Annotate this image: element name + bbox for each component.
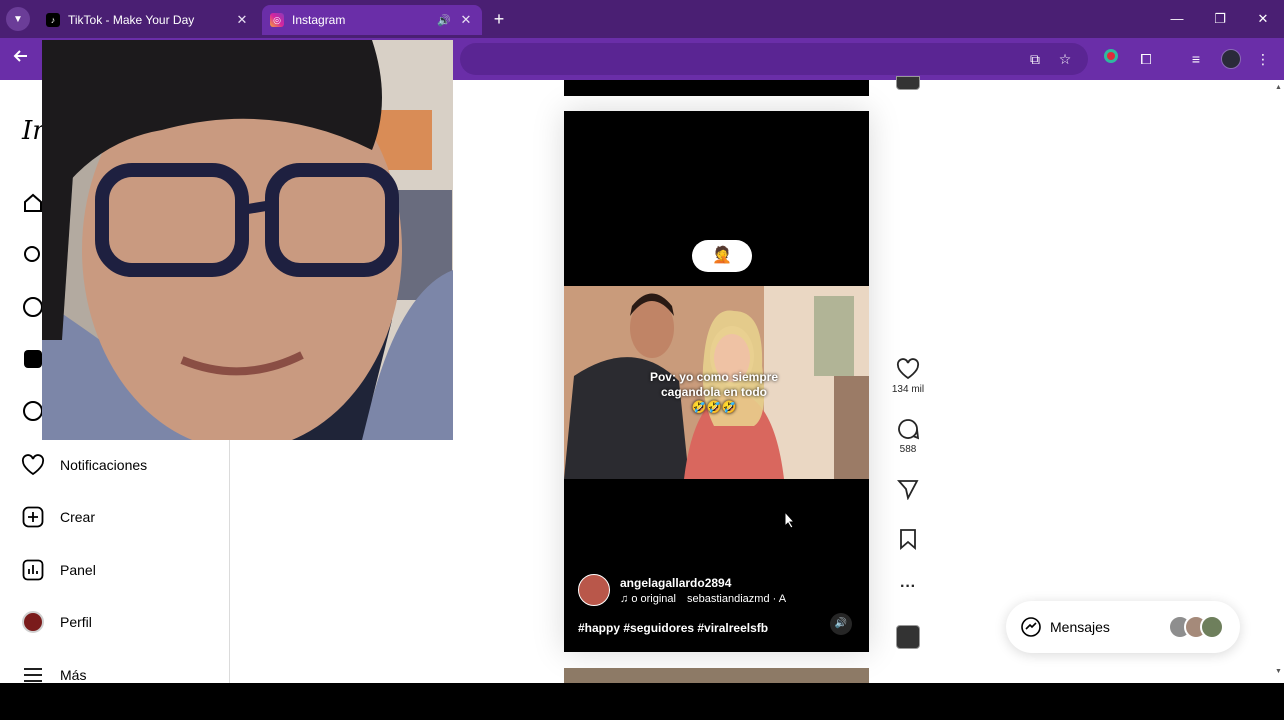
puzzle-icon[interactable]: ⧠ <box>1135 48 1157 70</box>
sidebar-item-dashboard[interactable]: Panel <box>20 555 96 585</box>
more-options-button[interactable]: ··· <box>888 574 928 600</box>
minimize-button[interactable]: — <box>1162 8 1192 30</box>
new-tab-button[interactable]: + <box>488 8 510 30</box>
media-queue-icon[interactable]: ≡ <box>1185 48 1207 70</box>
bottom-black-bar <box>0 683 1284 720</box>
back-button[interactable] <box>10 48 32 70</box>
audio-thumbnail <box>896 625 920 649</box>
audio-author: sebastiandiazmd · A <box>687 592 787 605</box>
sidebar-item-create[interactable]: Crear <box>20 502 95 532</box>
next-reel[interactable] <box>564 668 869 683</box>
top-audio-thumb[interactable] <box>888 76 928 90</box>
caption-emojis: 🤣🤣🤣 <box>691 400 737 414</box>
comment-count: 588 <box>899 444 917 455</box>
sidebar-item-notifications[interactable]: Notificaciones <box>20 450 147 480</box>
like-count: 134 mil <box>891 384 925 395</box>
instagram-icon: ◎ <box>270 13 284 27</box>
previous-reel[interactable] <box>564 80 869 96</box>
page-scrollbar[interactable]: ▲ ▼ <box>1272 80 1284 683</box>
arrow-left-icon <box>13 50 27 62</box>
comment-icon <box>888 416 928 442</box>
profile-icon-wrap <box>20 609 46 635</box>
chart-icon <box>20 557 46 583</box>
close-icon[interactable]: ✕ <box>234 12 250 28</box>
messages-label: Mensajes <box>1050 619 1110 635</box>
browser-window: ▼ ♪ TikTok - Make Your Day ✕ ◎ Instagram… <box>0 0 1284 683</box>
avatar <box>1200 615 1224 639</box>
webcam-feed <box>42 40 453 440</box>
reel-video[interactable]: 🤦 Pov: yo como siempre cagandola en todo… <box>564 111 869 652</box>
ellipsis-icon: ··· <box>900 578 916 595</box>
chevron-down-icon: ▼ <box>13 13 23 25</box>
messages-button[interactable]: Mensajes <box>1006 601 1240 653</box>
like-button[interactable]: 134 mil <box>888 356 928 395</box>
profile-avatar[interactable] <box>1221 49 1241 69</box>
star-icon[interactable]: ☆ <box>1054 48 1076 70</box>
close-icon[interactable]: ✕ <box>458 12 474 28</box>
sidebar-item-label: Más <box>60 667 87 683</box>
mouse-cursor <box>784 511 796 529</box>
kebab-menu-icon[interactable]: ⋮ <box>1252 48 1274 70</box>
hashtags[interactable]: #happy #seguidores #viralreelsfb <box>578 621 768 635</box>
install-icon[interactable]: ⧉ <box>1024 48 1046 70</box>
menu-icon <box>20 662 46 683</box>
plus-square-icon <box>20 504 46 530</box>
restore-button[interactable]: ❐ <box>1205 8 1235 30</box>
webcam-overlay <box>42 40 453 440</box>
tiktok-icon: ♪ <box>46 13 60 27</box>
tab-search-button[interactable]: ▼ <box>6 7 30 31</box>
emoji-sticker: 🤦 <box>692 240 752 272</box>
scroll-up-icon[interactable]: ▲ <box>1275 84 1282 91</box>
reel-actions: 134 mil 588 ··· <box>888 76 928 683</box>
tab-strip: ▼ ♪ TikTok - Make Your Day ✕ ◎ Instagram… <box>0 0 1284 38</box>
sidebar-item-more[interactable]: Más <box>20 660 86 683</box>
sidebar-item-profile[interactable]: Perfil <box>20 607 92 637</box>
extension-record-icon[interactable] <box>1100 48 1122 70</box>
sidebar-item-label: Panel <box>60 562 96 578</box>
message-avatars <box>1168 615 1224 639</box>
sidebar-item-label: Notificaciones <box>60 457 148 473</box>
caption-line: Pov: yo como siempre <box>649 370 779 384</box>
audio-label: o original <box>631 592 676 605</box>
tab-title: TikTok - Make Your Day <box>68 13 195 27</box>
heart-icon <box>888 356 928 382</box>
video-caption: Pov: yo como siempre cagandola en todo 🤣… <box>624 370 804 415</box>
video-frame: Pov: yo como siempre cagandola en todo 🤣… <box>564 286 869 479</box>
audio-info[interactable]: ♫ o original sebastiandiazmd · A <box>620 593 794 605</box>
music-note-icon: ♫ <box>620 592 629 605</box>
tab-title: Instagram <box>292 13 346 27</box>
sidebar-item-label: Crear <box>60 509 96 525</box>
avatar <box>22 611 44 633</box>
username[interactable]: angelagallardo2894 <box>620 576 794 590</box>
sidebar-item-label: Perfil <box>60 614 92 630</box>
tab-instagram[interactable]: ◎ Instagram 🔊 ✕ <box>262 5 482 35</box>
audio-page-button[interactable] <box>888 625 928 649</box>
scroll-down-icon[interactable]: ▼ <box>1275 668 1282 675</box>
caption-line: cagandola en todo <box>660 385 767 399</box>
address-bar[interactable] <box>460 43 1088 75</box>
tab-tiktok[interactable]: ♪ TikTok - Make Your Day ✕ <box>38 5 258 35</box>
volume-button[interactable]: 🔊 <box>830 613 852 635</box>
avatar[interactable] <box>578 574 610 606</box>
speaker-icon[interactable]: 🔊 <box>436 14 452 27</box>
reel-author: angelagallardo2894 ♫ o original sebastia… <box>578 574 794 606</box>
speaker-icon: 🔊 <box>834 618 848 629</box>
share-button[interactable] <box>888 476 928 502</box>
close-window-button[interactable]: ✕ <box>1248 8 1278 30</box>
audio-thumbnail <box>896 76 920 90</box>
send-icon <box>888 476 928 502</box>
save-button[interactable] <box>888 526 928 552</box>
heart-icon <box>20 452 46 478</box>
comment-button[interactable]: 588 <box>888 416 928 455</box>
bookmark-icon <box>888 526 928 552</box>
messenger-icon <box>1021 617 1041 637</box>
